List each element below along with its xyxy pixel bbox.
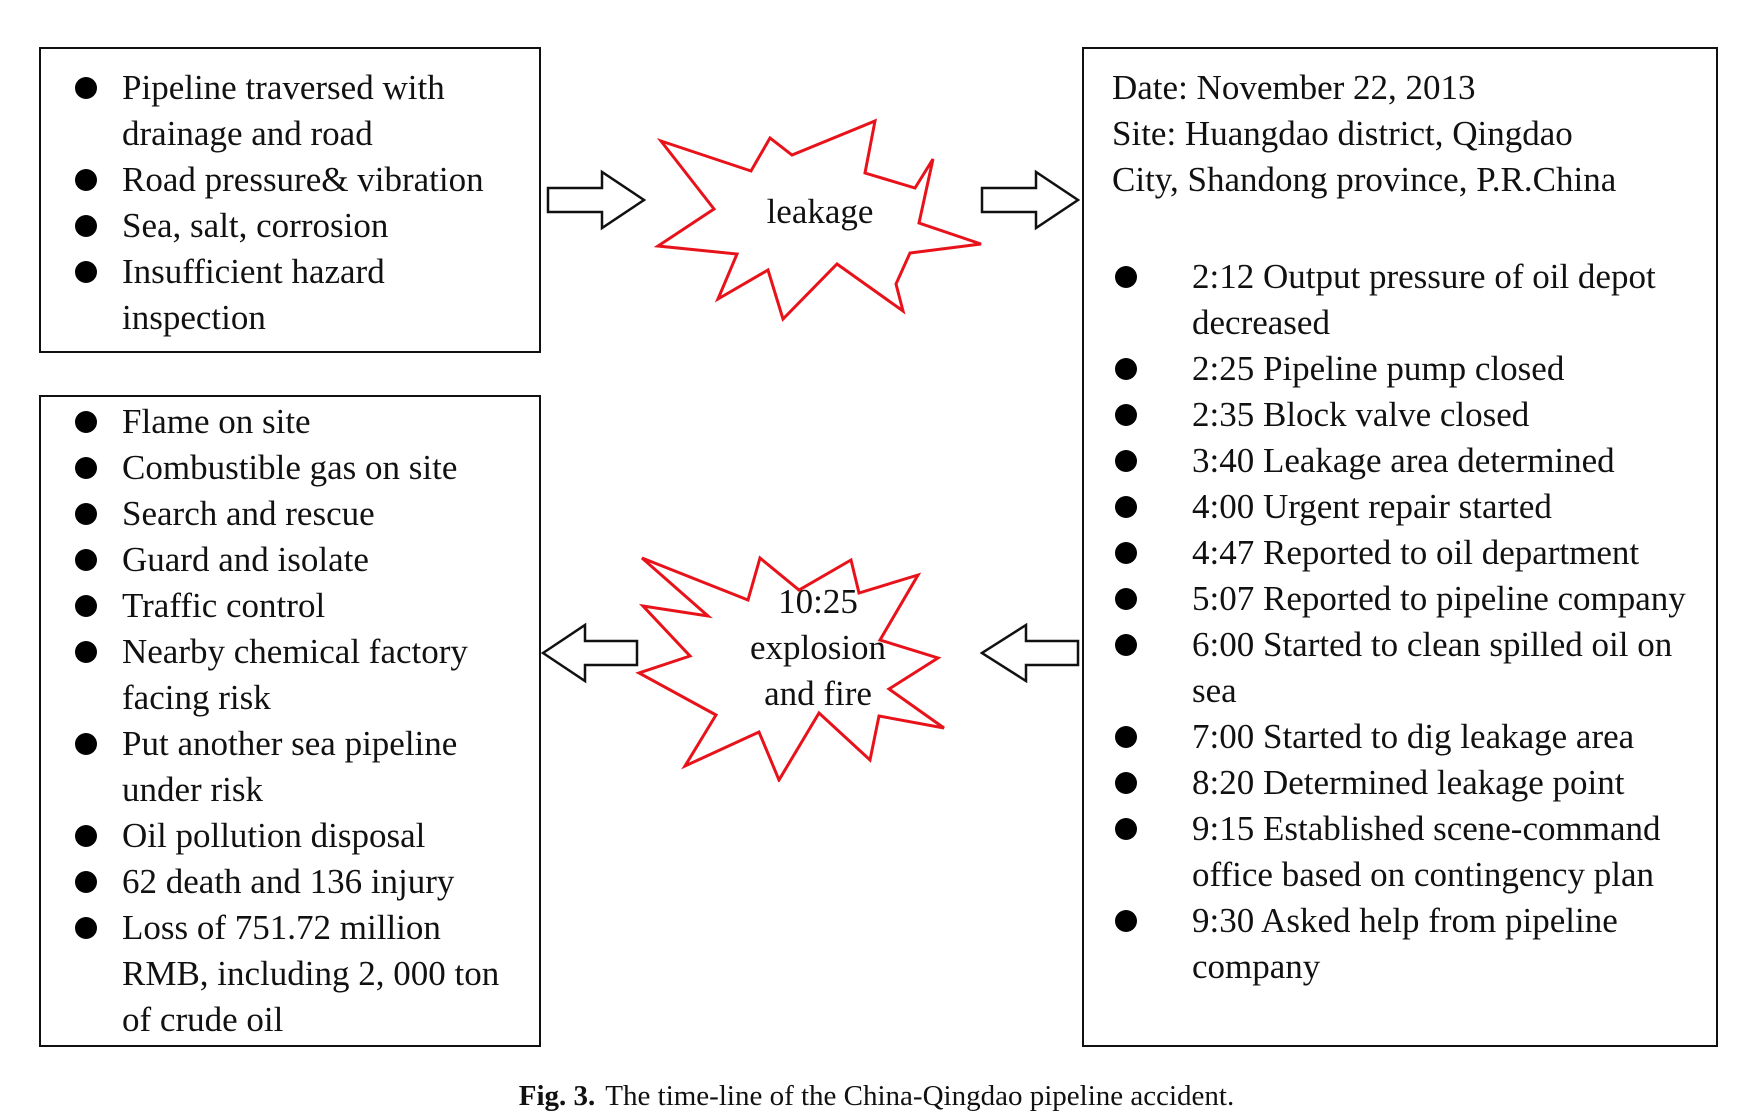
consequences-box: Flame on site Combustible gas on site Se… xyxy=(39,395,541,1047)
leakage-label: leakage xyxy=(766,192,874,231)
list-item: 4:47 Reported to oil department xyxy=(1112,530,1712,576)
site-line-2: City, Shandong province, P.R.China xyxy=(1112,160,1617,199)
list-item: 3:40 Leakage area determined xyxy=(1112,438,1712,484)
explosion-label: 10:25 explosion and fire xyxy=(749,582,887,713)
list-item: Search and rescue xyxy=(71,491,533,537)
figure-label: Fig. 3. xyxy=(518,1080,596,1112)
arrow-left-icon xyxy=(541,622,639,684)
list-item: Guard and isolate xyxy=(71,537,533,583)
figure-caption: Fig. 3. The time-line of the China-Qingda… xyxy=(0,1078,1753,1114)
consequences-list: Flame on site Combustible gas on site Se… xyxy=(71,399,533,1043)
list-item: 2:35 Block valve closed xyxy=(1112,392,1712,438)
list-item: Combustible gas on site xyxy=(71,445,533,491)
timeline-box: Date: November 22, 2013 Site: Huangdao d… xyxy=(1082,47,1718,1047)
list-item: 4:00 Urgent repair started xyxy=(1112,484,1712,530)
list-item: Loss of 751.72 million RMB, including 2,… xyxy=(71,905,533,1043)
accident-info: Date: November 22, 2013 Site: Huangdao d… xyxy=(1112,65,1712,203)
date-line: Date: November 22, 2013 xyxy=(1112,68,1476,107)
list-item: 62 death and 136 injury xyxy=(71,859,533,905)
list-item: 2:12 Output pressure of oil depot decrea… xyxy=(1112,254,1712,346)
list-item: Road pressure& vibration xyxy=(71,157,533,203)
caption-text: The time-line of the China-Qingdao pipel… xyxy=(605,1080,1235,1112)
list-item: Sea, salt, corrosion xyxy=(71,203,533,249)
arrow-right-icon xyxy=(980,169,1081,231)
list-item: Traffic control xyxy=(71,583,533,629)
causes-list: Pipeline traversed with drainage and roa… xyxy=(71,65,533,341)
list-item: Pipeline traversed with drainage and roa… xyxy=(71,65,533,157)
site-line-1: Site: Huangdao district, Qingdao xyxy=(1112,114,1573,153)
list-item: 5:07 Reported to pipeline company xyxy=(1112,576,1712,622)
list-item: Flame on site xyxy=(71,399,533,445)
causes-box: Pipeline traversed with drainage and roa… xyxy=(39,47,541,353)
arrow-left-icon xyxy=(980,622,1080,684)
list-item: 8:20 Determined leakage point xyxy=(1112,760,1712,806)
timeline-list: 2:12 Output pressure of oil depot decrea… xyxy=(1112,254,1712,990)
list-item: Insufficient hazard inspection xyxy=(71,249,533,341)
list-item: Put another sea pipeline under risk xyxy=(71,721,533,813)
list-item: 7:00 Started to dig leakage area xyxy=(1112,714,1712,760)
arrow-right-icon xyxy=(546,169,647,231)
list-item: 6:00 Started to clean spilled oil on sea xyxy=(1112,622,1712,714)
list-item: Oil pollution disposal xyxy=(71,813,533,859)
list-item: 9:30 Asked help from pipeline company xyxy=(1112,898,1712,990)
list-item: 2:25 Pipeline pump closed xyxy=(1112,346,1712,392)
list-item: 9:15 Established scene-command office ba… xyxy=(1112,806,1712,898)
list-item: Nearby chemical factory facing risk xyxy=(71,629,533,721)
